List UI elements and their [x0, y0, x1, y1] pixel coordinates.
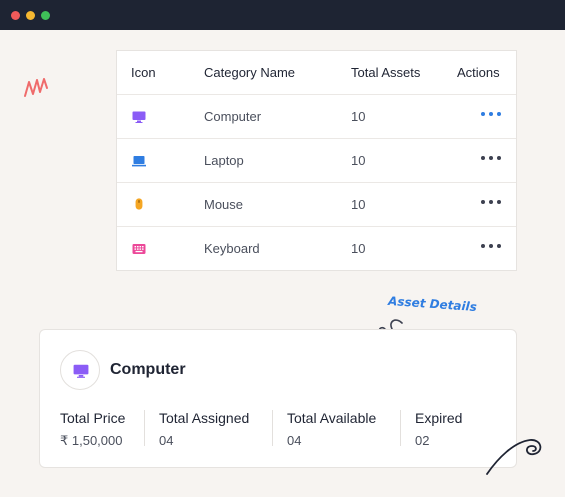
monitor-icon — [132, 111, 146, 123]
asset-details-annotation: Asset Details — [387, 293, 478, 315]
monitor-icon — [73, 364, 89, 378]
stat-total-price: Total Price ₹ 1,50,000 — [60, 410, 125, 448]
table-row[interactable]: Mouse 10 — [117, 183, 516, 227]
more-actions-icon[interactable] — [481, 156, 501, 160]
asset-detail-card: Computer Total Price ₹ 1,50,000 Total As… — [39, 329, 517, 468]
category-name: Laptop — [204, 153, 244, 168]
keyboard-icon — [132, 244, 146, 254]
table-header-row: Icon Category Name Total Assets Actions — [117, 51, 516, 95]
stat-divider — [272, 410, 273, 446]
more-actions-icon[interactable] — [481, 244, 501, 248]
window-titlebar — [0, 0, 565, 30]
more-actions-icon[interactable] — [481, 200, 501, 204]
stat-total-assigned: Total Assigned 04 — [159, 410, 249, 448]
stat-divider — [144, 410, 145, 446]
laptop-icon — [132, 156, 146, 167]
stat-label: Total Available — [287, 410, 377, 426]
detail-icon-container — [60, 350, 100, 390]
maximize-window-button[interactable] — [41, 10, 50, 20]
stat-divider — [400, 410, 401, 446]
total-assets: 10 — [351, 109, 366, 124]
stat-total-available: Total Available 04 — [287, 410, 376, 448]
category-table: Icon Category Name Total Assets Actions … — [116, 50, 517, 271]
table-row[interactable]: Laptop 10 — [117, 139, 516, 183]
stat-label: Total Price — [60, 410, 126, 426]
minimize-window-button[interactable] — [26, 10, 35, 20]
more-actions-icon[interactable] — [481, 112, 501, 116]
close-window-button[interactable] — [11, 10, 20, 20]
header-category-name: Category Name — [204, 65, 296, 80]
table-row[interactable]: Keyboard 10 — [117, 227, 516, 271]
category-name: Keyboard — [204, 241, 260, 256]
total-assets: 10 — [351, 197, 366, 212]
stat-expired: Expired 02 — [415, 410, 462, 448]
swirl-decoration-icon — [486, 439, 542, 475]
category-name: Computer — [204, 109, 262, 124]
header-icon: Icon — [131, 65, 156, 80]
stat-value: ₹ 1,50,000 — [60, 433, 123, 448]
stat-value: 04 — [159, 433, 174, 448]
stat-label: Total Assigned — [159, 410, 250, 426]
mouse-icon — [135, 198, 143, 210]
scribble-decoration-icon — [24, 78, 48, 97]
header-actions: Actions — [457, 65, 500, 80]
header-total-assets: Total Assets — [351, 65, 421, 80]
total-assets: 10 — [351, 241, 366, 256]
table-row[interactable]: Computer 10 — [117, 95, 516, 139]
stat-value: 04 — [287, 433, 302, 448]
stat-label: Expired — [415, 410, 463, 426]
stat-value: 02 — [415, 433, 430, 448]
category-name: Mouse — [204, 197, 244, 212]
detail-title: Computer — [110, 361, 186, 378]
total-assets: 10 — [351, 153, 366, 168]
